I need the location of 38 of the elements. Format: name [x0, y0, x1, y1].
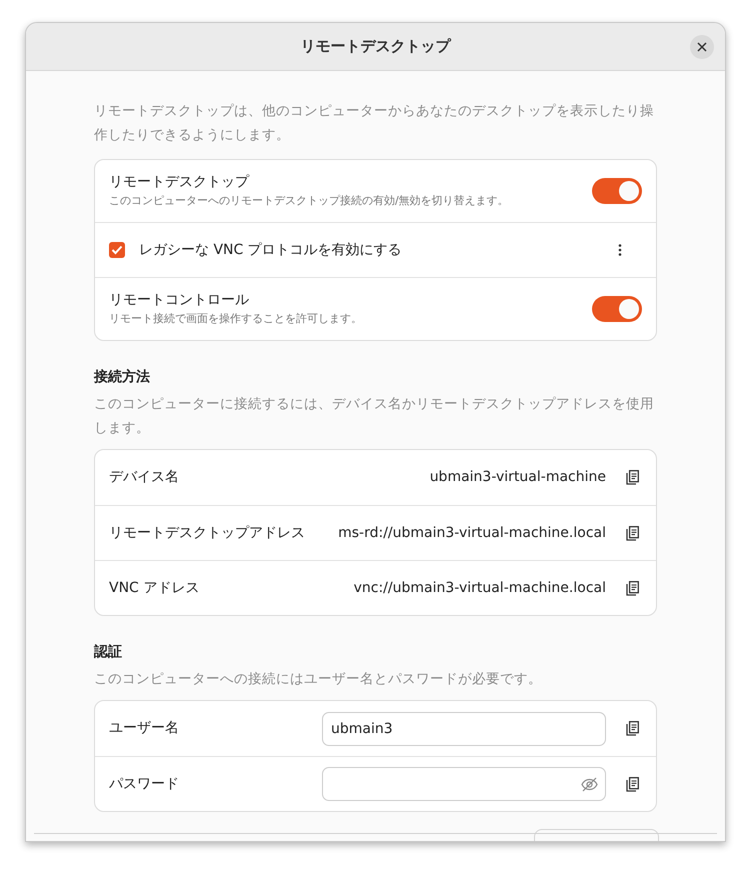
window-title: リモートデスクトップ: [300, 36, 450, 58]
row-value: ms-rd://ubmain3-virtual-machine.local: [338, 524, 606, 542]
setting-description: リモート接続で画面を操作することを許可します。: [109, 311, 363, 328]
copy-button[interactable]: [626, 580, 642, 596]
setting-title: リモートデスクトップ: [109, 173, 250, 192]
hidden-eye-icon[interactable]: [581, 777, 598, 792]
text-field[interactable]: ubmain3: [322, 712, 606, 746]
password-field[interactable]: [322, 767, 606, 801]
copy-icon: [626, 721, 639, 736]
description-text: リモートデスクトップは、他のコンピューターからあなたのデスクトップを表示したり操作したりできるようにします。: [94, 102, 655, 145]
row-value: ubmain3-virtual-machine: [430, 468, 606, 487]
copy-button[interactable]: [626, 721, 642, 736]
copy-button[interactable]: [626, 526, 642, 540]
field-label: パスワード: [109, 774, 180, 794]
toggle-switch[interactable]: [592, 178, 642, 204]
section-description: このコンピューターへの接続にはユーザー名とパスワードが必要です。: [94, 670, 543, 689]
row-label: VNC アドレス: [109, 578, 200, 598]
field-label: ユーザー名: [109, 719, 180, 738]
setting-description: このコンピューターへのリモートデスクトップ接続の有効/無効を切り替えます。: [109, 193, 510, 210]
copy-icon: [626, 470, 639, 485]
copy-icon: [626, 580, 639, 596]
close-button[interactable]: [690, 35, 714, 59]
row-label: デバイス名: [109, 468, 180, 487]
checkbox[interactable]: [109, 242, 125, 258]
section-heading: 接続方法: [94, 368, 151, 387]
toggle-switch[interactable]: [592, 296, 642, 322]
row-label: リモートデスクトップアドレス: [109, 524, 306, 542]
section-heading: 認証: [94, 643, 123, 662]
checkbox-label: レガシーな VNC プロトコルを有効にする: [139, 240, 403, 260]
copy-icon: [626, 526, 639, 540]
copy-button[interactable]: [626, 470, 642, 485]
section-description: このコンピューターに接続するには、デバイス名かリモートデスクトップアドレスを使用します。: [94, 395, 655, 438]
setting-title: リモートコントロール: [109, 291, 250, 310]
copy-icon: [626, 776, 639, 792]
close-icon: [697, 42, 707, 52]
copy-button[interactable]: [626, 776, 642, 792]
row-value: vnc://ubmain3-virtual-machine.local: [354, 578, 606, 598]
more-options-icon: [618, 244, 622, 256]
